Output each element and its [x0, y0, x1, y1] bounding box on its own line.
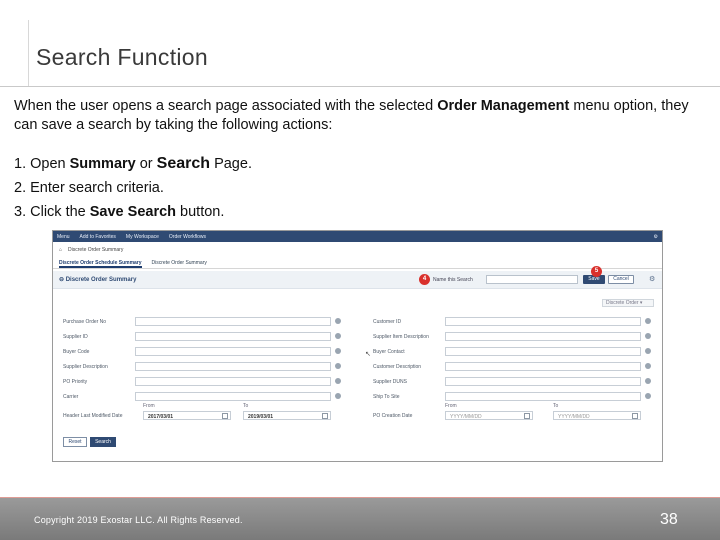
tab-schedule-summary[interactable]: Discrete Order Schedule Summary: [59, 260, 142, 268]
form-field-input[interactable]: [135, 317, 331, 326]
po-date-to-input[interactable]: YYYY/MM/DD: [553, 411, 641, 420]
form-field-row: Supplier Description: [63, 362, 345, 372]
form-field-row: Purchase Order No: [63, 317, 345, 327]
lookup-icon[interactable]: [335, 393, 341, 399]
lookup-icon[interactable]: [335, 363, 341, 369]
step-2: 2. Enter search criteria.: [14, 180, 164, 196]
title-divider-tick: [28, 20, 29, 86]
po-creation-date-row: PO Creation Date From YYYY/MM/DD To YYYY…: [373, 403, 658, 421]
steps-list: 1. Open Summary or Search Page. 2. Enter…: [14, 152, 252, 224]
form-field-row: Supplier DUNS: [373, 377, 655, 387]
form-field-label: Supplier Item Description: [373, 334, 429, 340]
name-search-label: Name this Search: [433, 277, 473, 283]
intro-paragraph: When the user opens a search page associ…: [14, 97, 704, 135]
breadcrumb-current: Discrete Order Summary: [68, 247, 124, 253]
form-field-input[interactable]: [445, 332, 641, 341]
lookup-icon[interactable]: [335, 318, 341, 324]
po-date-from-input[interactable]: YYYY/MM/DD: [445, 411, 533, 420]
header-date-to-input[interactable]: 2019/03/01: [243, 411, 331, 420]
form-field-label: Buyer Code: [63, 349, 90, 355]
page-number: 38: [660, 511, 678, 528]
form-field-input[interactable]: [445, 347, 641, 356]
form-field-row: Customer Description: [373, 362, 655, 372]
cancel-button[interactable]: Cancel: [608, 275, 634, 284]
form-field-label: Supplier Description: [63, 364, 108, 370]
home-icon[interactable]: ⌂: [59, 247, 62, 253]
form-field-input[interactable]: [135, 362, 331, 371]
form-field-row: Customer ID: [373, 317, 655, 327]
app-nav-bar: Menu Add to Favorites My Workspace Order…: [53, 231, 662, 242]
nav-menu[interactable]: Menu: [57, 234, 70, 240]
form-field-row: Buyer Code: [63, 347, 345, 357]
form-field-row: Supplier Item Description: [373, 332, 655, 342]
calendar-icon: [222, 413, 228, 419]
form-field-label: PO Priority: [63, 379, 88, 385]
mouse-cursor-icon: ↖: [365, 351, 371, 358]
header-modified-date-row: Header Last Modified Date From 2017/03/0…: [63, 403, 348, 421]
settings-gear-icon[interactable]: ⚙: [649, 275, 655, 283]
lookup-icon[interactable]: [645, 363, 651, 369]
lookup-icon[interactable]: [335, 333, 341, 339]
form-field-label: Ship To Site: [373, 394, 400, 400]
callout-badge-5: 5: [591, 266, 602, 277]
form-field-row: Supplier ID: [63, 332, 345, 342]
copyright-text: Copyright 2019 Exostar LLC. All Rights R…: [34, 515, 243, 525]
form-field-label: Customer ID: [373, 319, 402, 325]
title-rule: [0, 86, 720, 87]
lookup-icon[interactable]: [335, 378, 341, 384]
slide-title: Search Function: [36, 44, 208, 70]
lookup-icon[interactable]: [645, 393, 651, 399]
step-1: 1. Open Summary or Search Page.: [14, 155, 252, 172]
breadcrumb: ⌂ Discrete Order Summary: [53, 245, 662, 255]
intro-bold: Order Management: [437, 98, 570, 114]
lookup-icon[interactable]: [645, 333, 651, 339]
calendar-icon: [632, 413, 638, 419]
intro-text: When the user opens a search page associ…: [14, 98, 434, 114]
nav-workflows[interactable]: Order Workflows: [169, 234, 206, 240]
summary-title: ⊖ Discrete Order Summary: [59, 277, 137, 283]
lookup-icon[interactable]: [335, 348, 341, 354]
reset-button[interactable]: Reset: [63, 437, 87, 447]
nav-workspace[interactable]: My Workspace: [126, 234, 159, 240]
lookup-icon[interactable]: [645, 378, 651, 384]
form-field-row: Ship To Site: [373, 392, 655, 402]
tab-bar: Discrete Order Schedule Summary Discrete…: [53, 260, 662, 269]
lookup-icon[interactable]: [645, 348, 651, 354]
nav-favorites[interactable]: Add to Favorites: [80, 234, 116, 240]
lookup-icon[interactable]: [645, 318, 651, 324]
tab-order-summary[interactable]: Discrete Order Summary: [152, 260, 207, 268]
form-field-label: Supplier ID: [63, 334, 88, 340]
form-field-input[interactable]: [445, 362, 641, 371]
form-field-input[interactable]: [445, 377, 641, 386]
form-field-input[interactable]: [135, 392, 331, 401]
embedded-screenshot: Menu Add to Favorites My Workspace Order…: [52, 230, 663, 462]
form-field-input[interactable]: [445, 317, 641, 326]
form-field-label: Supplier DUNS: [373, 379, 407, 385]
calendar-icon: [524, 413, 530, 419]
form-field-input[interactable]: [135, 377, 331, 386]
form-field-label: Customer Description: [373, 364, 422, 370]
form-field-label: Carrier: [63, 394, 79, 400]
search-button[interactable]: Search: [90, 437, 116, 447]
name-search-input[interactable]: [486, 275, 578, 284]
form-field-row: Buyer Contact: [373, 347, 655, 357]
form-field-input[interactable]: [445, 392, 641, 401]
header-date-from-input[interactable]: 2017/03/01: [143, 411, 231, 420]
form-field-label: Buyer Contact: [373, 349, 405, 355]
step-3: 3. Click the Save Search button.: [14, 204, 225, 220]
callout-badge-4: 4: [419, 274, 430, 285]
gear-icon[interactable]: ⚙: [654, 234, 658, 240]
summary-header: ⊖ Discrete Order Summary Name this Searc…: [53, 271, 662, 289]
form-field-input[interactable]: [135, 332, 331, 341]
form-field-input[interactable]: [135, 347, 331, 356]
calendar-icon: [322, 413, 328, 419]
form-field-row: Carrier: [63, 392, 345, 402]
form-field-row: PO Priority: [63, 377, 345, 387]
order-type-dropdown[interactable]: Discrete Order ▾: [602, 299, 654, 307]
form-field-label: Purchase Order No: [63, 319, 107, 325]
